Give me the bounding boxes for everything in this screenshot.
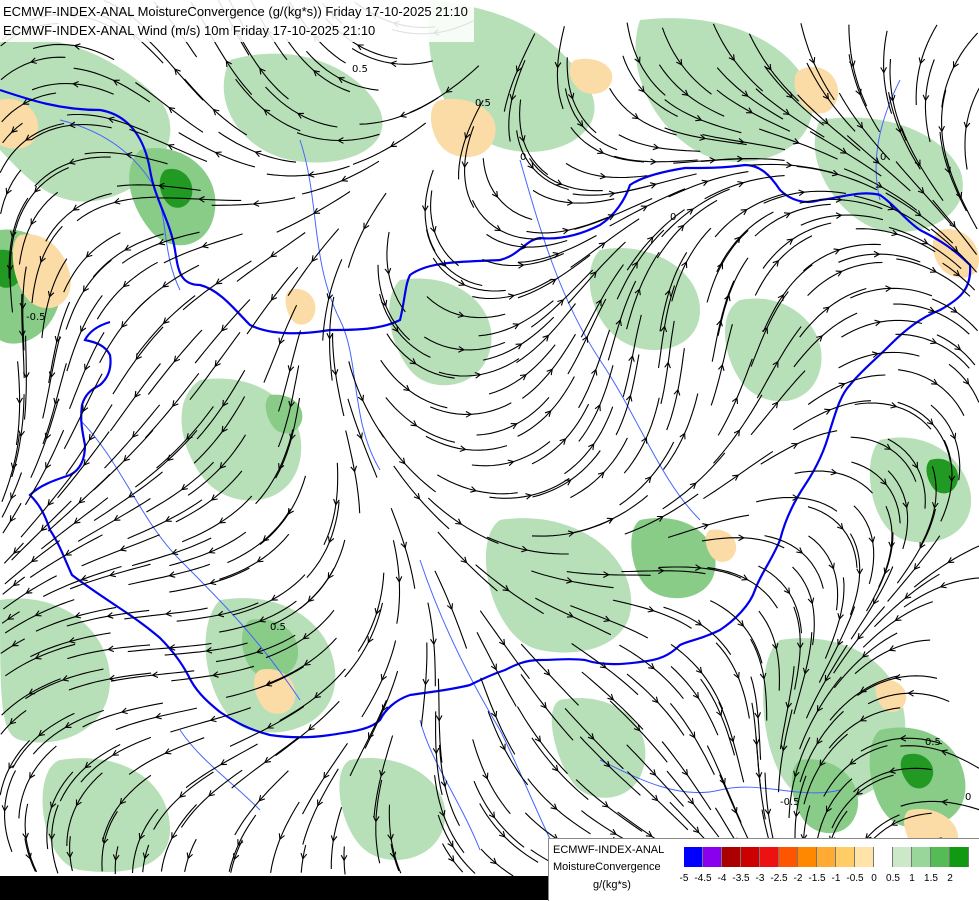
legend-swatch	[855, 847, 874, 867]
legend-ticks: -5 -4.5 -4 -3.5 -3 -2.5 -2 -1.5 -1 -0.5 0 0.5 1 1.5 2	[670, 873, 979, 887]
legend-swatch	[931, 847, 950, 867]
map-title-box: ECMWF-INDEX-ANAL MoistureConvergence (g/…	[0, 0, 474, 42]
legend-tick-label: -2.5	[770, 873, 788, 884]
legend-swatch	[741, 847, 760, 867]
legend-model-name: ECMWF-INDEX-ANAL	[553, 844, 665, 856]
legend-tick-label: 1	[909, 873, 915, 884]
legend-swatch	[760, 847, 779, 867]
legend-tick-label: 1.5	[924, 873, 938, 884]
legend-tick-label: 2	[947, 873, 953, 884]
legend-variable-name: MoistureConvergence	[553, 861, 661, 873]
weather-map: 0.5 0.5 -0.5 0 0 0 0.5 -0.5 0.5 0	[0, 0, 979, 900]
legend-tick-label: -5	[679, 873, 689, 884]
legend-swatch	[874, 847, 893, 867]
legend-swatch	[912, 847, 931, 867]
legend-unit: g/(kg*s)	[593, 879, 631, 891]
legend-swatch	[817, 847, 836, 867]
legend-tick-label: -0.5	[846, 873, 864, 884]
legend-swatches	[684, 847, 969, 867]
contour-label: 0.5	[925, 737, 941, 748]
legend-tick-label: 0	[871, 873, 877, 884]
legend-tick-label: -3.5	[732, 873, 750, 884]
contour-label: 0.5	[352, 64, 368, 75]
legend-tick-label: -1	[831, 873, 841, 884]
legend-tick-label: -4.5	[694, 873, 712, 884]
contour-label: -0.5	[780, 797, 800, 808]
contour-label: 0.5	[270, 622, 286, 633]
contour-label: 0	[670, 212, 676, 223]
contour-label: -0.5	[26, 312, 46, 323]
legend-tick-label: -2	[793, 873, 803, 884]
legend-tick-label: -4	[717, 873, 727, 884]
legend-swatch	[779, 847, 798, 867]
legend-swatch	[893, 847, 912, 867]
legend-tick-label: -3	[755, 873, 765, 884]
contour-label: 0	[880, 152, 886, 163]
legend-swatch	[798, 847, 817, 867]
title-line-wind: ECMWF-INDEX-ANAL Wind (m/s) 10m Friday 1…	[3, 23, 376, 38]
legend-swatch	[684, 847, 703, 867]
legend-swatch	[703, 847, 722, 867]
color-legend: ECMWF-INDEX-ANAL MoistureConvergence g/(…	[548, 838, 979, 901]
contour-label: 0	[965, 792, 971, 803]
legend-swatch	[950, 847, 969, 867]
legend-tick-label: -1.5	[808, 873, 826, 884]
contour-label: 0	[520, 152, 526, 163]
legend-swatch	[722, 847, 741, 867]
title-line-moisture: ECMWF-INDEX-ANAL MoistureConvergence (g/…	[3, 4, 468, 19]
legend-swatch	[836, 847, 855, 867]
legend-tick-label: 0.5	[886, 873, 900, 884]
contour-label: 0.5	[475, 98, 491, 109]
